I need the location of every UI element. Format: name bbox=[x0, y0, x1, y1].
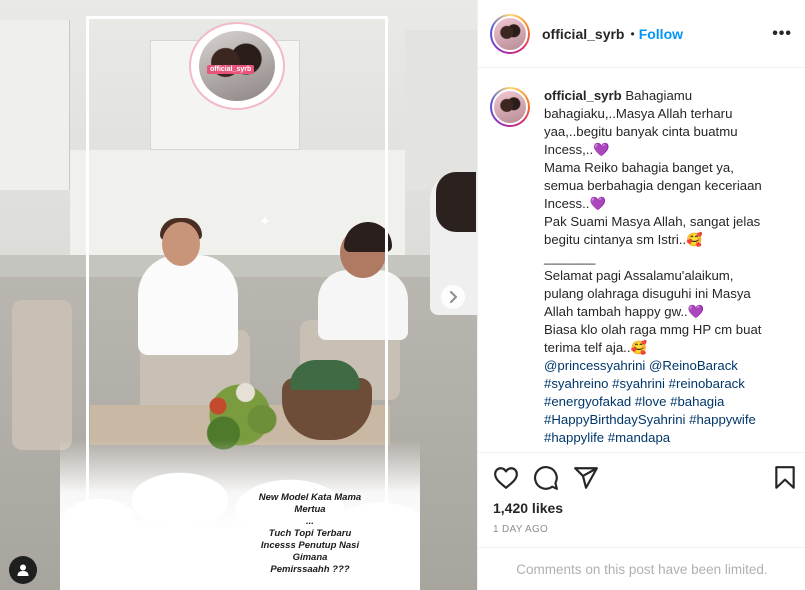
caption-line: Allah tambah happy gw..💜 bbox=[544, 304, 705, 319]
more-options-button[interactable]: ••• bbox=[772, 25, 792, 43]
caption-line: pulang olahraga disuguhi ini Masya bbox=[544, 286, 751, 301]
post-side-panel: official_syrb • Follow ••• official_syrb… bbox=[477, 0, 805, 590]
action-bar: 1,420 likes 1 DAY AGO bbox=[478, 452, 805, 562]
caption-line: bahagiaku,..Masya Allah terharu bbox=[544, 106, 733, 121]
caption-line: Bahagiamu bbox=[625, 88, 693, 103]
overlay-line: ... bbox=[306, 516, 314, 527]
caption-section: official_syrb Bahagiamu bahagiaku,..Masy… bbox=[478, 69, 805, 451]
caption-username[interactable]: official_syrb bbox=[544, 88, 622, 103]
username-link[interactable]: official_syrb bbox=[542, 26, 624, 42]
overlay-line: Gimana bbox=[292, 552, 328, 563]
bookmark-icon[interactable] bbox=[772, 465, 798, 491]
post-header: official_syrb • Follow ••• bbox=[478, 0, 805, 68]
hashtag-line[interactable]: #happylife #mandapa bbox=[544, 429, 794, 447]
caption-line: Pak Suami Masya Allah, sangat jelas bbox=[544, 214, 761, 229]
overlay-line: New Model Kata Mama bbox=[258, 492, 362, 503]
post-timestamp[interactable]: 1 DAY AGO bbox=[493, 524, 548, 535]
caption-avatar[interactable] bbox=[490, 87, 530, 127]
hashtag-line[interactable]: #syahreino #syahrini #reinobarack bbox=[544, 375, 794, 393]
badge-label: official_syrb bbox=[207, 65, 255, 74]
chevron-right-icon bbox=[450, 291, 457, 303]
caption-line: _______ bbox=[544, 250, 596, 265]
caption-line: Mama Reiko bahagia banget ya, bbox=[544, 160, 734, 175]
caption-line: Selamat pagi Assalamu'alaikum, bbox=[544, 268, 734, 283]
hashtag-line[interactable]: #energyofakad #love #bahagia bbox=[544, 393, 794, 411]
avatar[interactable] bbox=[490, 13, 530, 54]
follow-button[interactable]: Follow bbox=[639, 26, 683, 42]
separator-dot: • bbox=[630, 26, 635, 41]
heart-icon[interactable] bbox=[493, 465, 519, 491]
hashtag-line[interactable]: @princessyahrini @ReinoBarack bbox=[544, 357, 794, 375]
overlay-line: Pemirssaahh ??? bbox=[270, 564, 350, 575]
next-media-button[interactable] bbox=[441, 285, 465, 309]
caption-line: Incess,..💜 bbox=[544, 142, 610, 157]
caption-line: Biasa klo olah raga mmg HP cm buat bbox=[544, 322, 762, 337]
caption-text: official_syrb Bahagiamu bahagiaku,..Masy… bbox=[544, 87, 794, 451]
caption-line: semua berbahagia dengan keceriaan bbox=[544, 178, 762, 193]
post-media[interactable]: official_syrb ✦ New Model Kata Mama Mert… bbox=[0, 0, 477, 590]
overlay-line: Incesss Penutup Nasi bbox=[260, 540, 360, 551]
caption-line: terima telf aja..🥰 bbox=[544, 340, 647, 355]
comments-limited-notice: Comments on this post have been limited. bbox=[478, 547, 805, 590]
profile-badge: official_syrb bbox=[189, 22, 285, 110]
comment-icon[interactable] bbox=[533, 465, 559, 491]
likes-count[interactable]: 1,420 likes bbox=[493, 500, 563, 516]
hashtag-line[interactable]: #HappyBirthdaySyahrini #happywife bbox=[544, 411, 794, 429]
user-tag-icon bbox=[17, 564, 29, 576]
overlay-line: Mertua bbox=[294, 504, 326, 515]
sparkle-icon: ✦ bbox=[259, 213, 271, 229]
overlay-caption: New Model Kata Mama Mertua ... Tuch Topi… bbox=[236, 492, 384, 576]
overlay-line: Tuch Topi Terbaru bbox=[268, 528, 352, 539]
caption-line: yaa,..begitu banyak cinta buatmu bbox=[544, 124, 738, 139]
caption-line: Incess..💜 bbox=[544, 196, 606, 211]
paper-plane-icon[interactable] bbox=[573, 465, 599, 491]
tagged-users-button[interactable] bbox=[9, 556, 37, 584]
caption-line: begitu cintanya sm Istri..🥰 bbox=[544, 232, 703, 247]
